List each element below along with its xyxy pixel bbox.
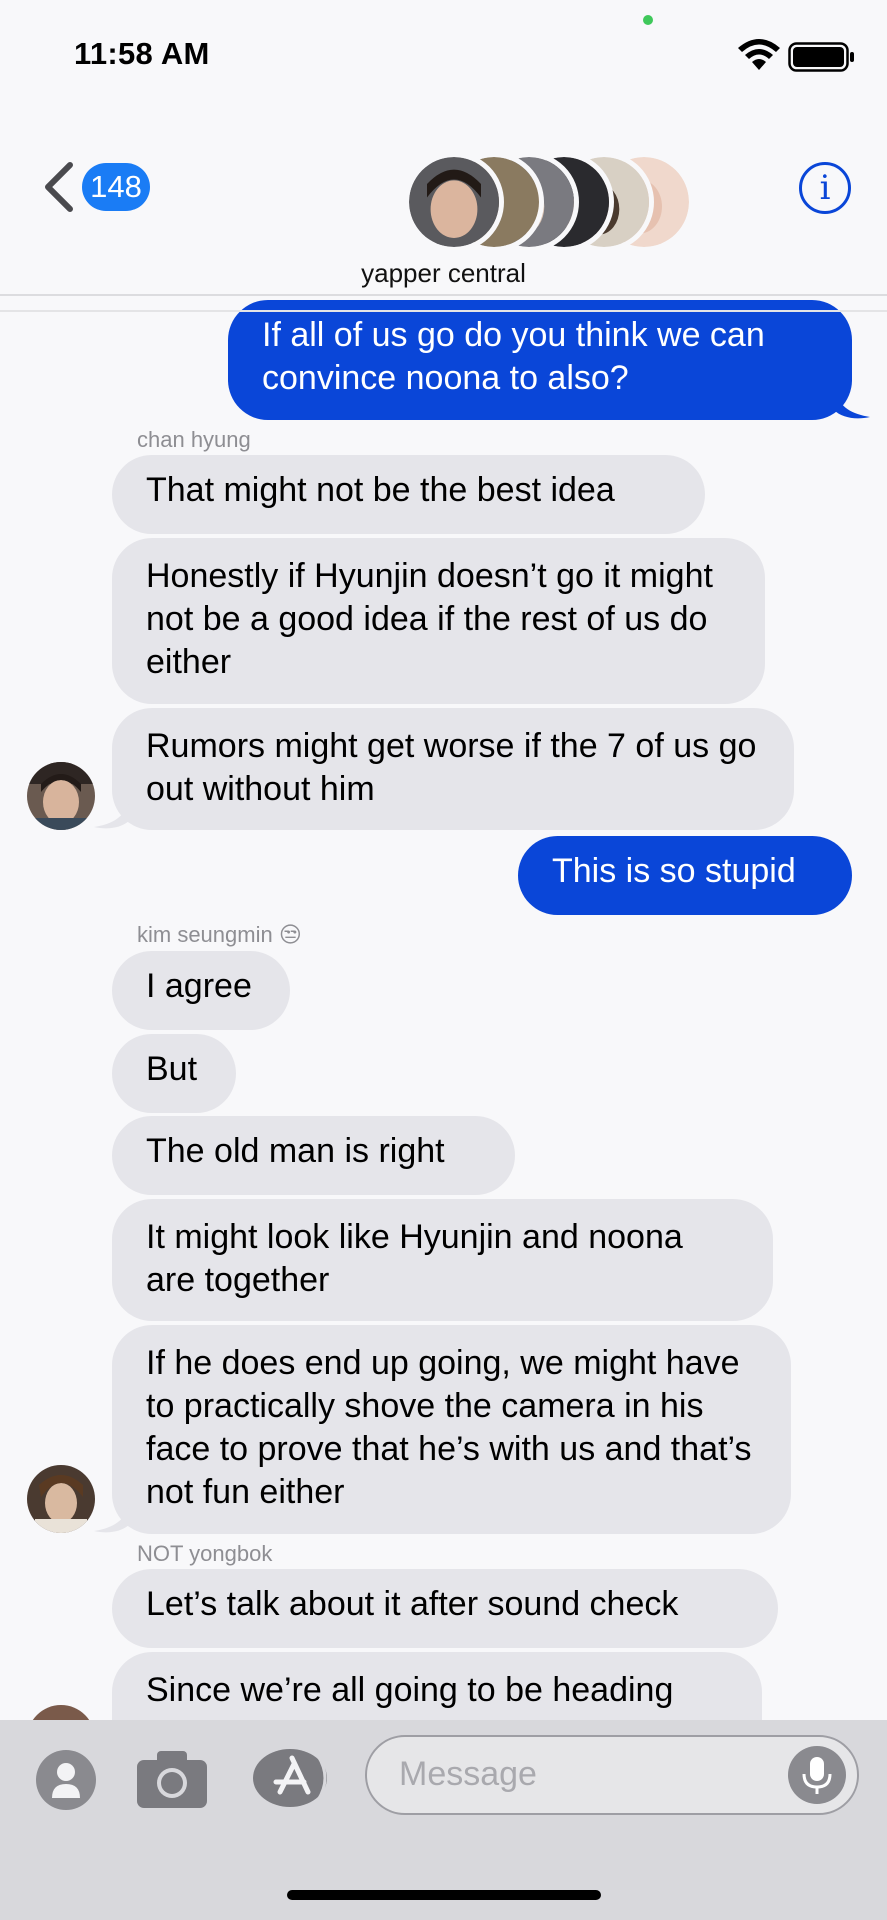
- message-text: Since we’re all going to be heading: [146, 1671, 674, 1709]
- sender-name: chan hyung: [137, 427, 251, 452]
- sender-name: kim seungmin 😒: [137, 922, 302, 947]
- message-text: If all of us go do you think we can conv…: [262, 316, 765, 397]
- message-input[interactable]: Message: [365, 1735, 859, 1815]
- incoming-message[interactable]: Rumors might get worse if the 7 of us go…: [112, 708, 794, 830]
- message-text: That might not be the best idea: [146, 471, 615, 509]
- outgoing-message[interactable]: If all of us go do you think we can conv…: [228, 300, 852, 420]
- message-text: Rumors might get worse if the 7 of us go…: [146, 727, 757, 808]
- camera-in-use-indicator: [643, 15, 653, 25]
- back-chevron-icon[interactable]: [42, 162, 76, 212]
- message-text: If he does end up going, we might have t…: [146, 1344, 752, 1511]
- message-placeholder: Message: [399, 1755, 537, 1793]
- incoming-message[interactable]: Let’s talk about it after sound check: [112, 1569, 778, 1648]
- bubble-tail: [834, 390, 870, 419]
- avatar-yongbok[interactable]: [27, 1705, 95, 1720]
- camera-icon[interactable]: [135, 1748, 209, 1810]
- status-bar: 11:58 AM: [0, 0, 887, 110]
- wifi-icon: [738, 39, 780, 70]
- incoming-message[interactable]: If he does end up going, we might have t…: [112, 1325, 791, 1534]
- incoming-message[interactable]: But: [112, 1034, 236, 1113]
- conversation-header: 148 yapper central i: [0, 110, 887, 312]
- divider: [0, 294, 887, 296]
- avatar: [404, 152, 504, 252]
- group-avatars[interactable]: [404, 152, 694, 252]
- message-text: This is so stupid: [552, 852, 796, 890]
- battery-icon: [788, 42, 854, 72]
- unread-count-badge[interactable]: 148: [82, 163, 150, 211]
- contacts-icon[interactable]: [36, 1750, 96, 1810]
- avatar-seungmin[interactable]: [27, 1465, 95, 1533]
- divider: [0, 310, 887, 312]
- app-store-icon[interactable]: [252, 1748, 332, 1808]
- message-text: Let’s talk about it after sound check: [146, 1585, 679, 1623]
- sender-name: NOT yongbok: [137, 1541, 273, 1566]
- message-text: But: [146, 1050, 198, 1088]
- microphone-icon[interactable]: [788, 1746, 846, 1804]
- bubble-tail: [94, 1504, 130, 1533]
- incoming-message[interactable]: Since we’re all going to be heading: [112, 1652, 762, 1720]
- incoming-message[interactable]: The old man is right: [112, 1116, 515, 1195]
- info-icon[interactable]: i: [799, 162, 851, 214]
- incoming-message[interactable]: I agree: [112, 951, 290, 1030]
- message-text: Honestly if Hyunjin doesn’t go it might …: [146, 557, 713, 681]
- avatar-chan[interactable]: [27, 762, 95, 830]
- message-text: I agree: [146, 967, 252, 1005]
- message-text: The old man is right: [146, 1132, 445, 1170]
- incoming-message[interactable]: That might not be the best idea: [112, 455, 705, 534]
- status-time: 11:58 AM: [74, 36, 210, 71]
- incoming-message[interactable]: It might look like Hyunjin and noona are…: [112, 1199, 773, 1321]
- outgoing-message[interactable]: This is so stupid: [518, 836, 852, 915]
- group-name[interactable]: yapper central: [0, 258, 887, 289]
- bubble-tail: [94, 800, 130, 829]
- incoming-message[interactable]: Honestly if Hyunjin doesn’t go it might …: [112, 538, 765, 704]
- home-indicator[interactable]: [287, 1890, 601, 1900]
- message-text: It might look like Hyunjin and noona are…: [146, 1218, 683, 1299]
